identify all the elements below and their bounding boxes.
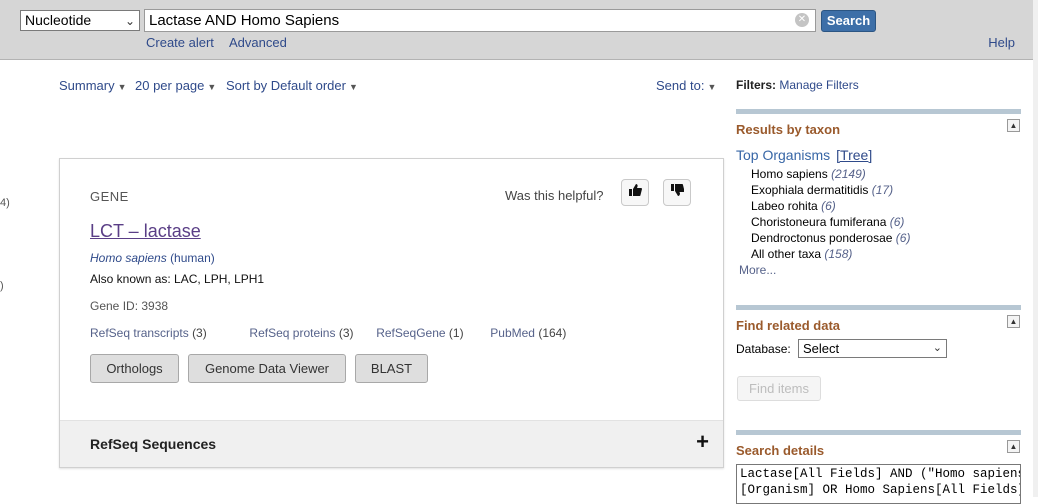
collapse-icon[interactable]: ▲ bbox=[1007, 315, 1020, 328]
refseq-proteins-link[interactable]: RefSeq proteins bbox=[249, 326, 335, 340]
database-select[interactable]: Nucleotide ⌄ bbox=[20, 10, 140, 31]
left-edge-text: ) bbox=[0, 280, 4, 292]
link-count: (3) bbox=[338, 326, 354, 340]
gene-kicker: GENE bbox=[90, 189, 129, 204]
search-button[interactable]: Search bbox=[821, 10, 876, 32]
refseq-section-toggle[interactable]: RefSeq Sequences + bbox=[60, 420, 723, 467]
taxa-list: Homo sapiens (2149) Exophiala dermatitid… bbox=[751, 166, 910, 262]
caret-down-icon: ▼ bbox=[207, 82, 217, 92]
taxon-count: (17) bbox=[871, 183, 894, 197]
taxon-name: Dendroctonus ponderosae bbox=[751, 231, 893, 245]
create-alert-link[interactable]: Create alert bbox=[146, 35, 214, 50]
refseqgene-link[interactable]: RefSeqGene bbox=[376, 326, 445, 340]
scrollbar[interactable] bbox=[1033, 0, 1038, 497]
related-database-select[interactable]: Select ⌄ bbox=[798, 339, 947, 358]
list-item[interactable]: Dendroctonus ponderosae (6) bbox=[751, 230, 910, 246]
also-known-as: Also known as: LAC, LPH, LPH1 bbox=[90, 272, 265, 286]
top-organisms: Top Organisms [Tree] bbox=[736, 147, 872, 163]
gene-id: Gene ID: 3938 bbox=[90, 299, 169, 313]
send-to-dropdown[interactable]: Send to: ▼ bbox=[656, 78, 716, 93]
list-item[interactable]: Choristoneura fumiferana (6) bbox=[751, 214, 910, 230]
panel-divider bbox=[736, 430, 1021, 435]
chevron-down-icon: ⌄ bbox=[124, 14, 135, 28]
top-organisms-label: Top Organisms bbox=[736, 147, 831, 163]
panel-divider bbox=[736, 109, 1021, 114]
clear-icon[interactable]: ✕ bbox=[795, 13, 809, 27]
plus-icon[interactable]: + bbox=[696, 429, 709, 455]
advanced-link[interactable]: Advanced bbox=[229, 35, 287, 50]
list-item[interactable]: Homo sapiens (2149) bbox=[751, 166, 910, 182]
organism-line: Homo sapiens (human) bbox=[90, 251, 215, 265]
thumbs-down-icon[interactable] bbox=[663, 179, 691, 206]
filters-label: Filters: bbox=[736, 78, 777, 92]
related-links: RefSeq transcripts (3) RefSeq proteins (… bbox=[90, 326, 566, 340]
database-label: Database: bbox=[736, 342, 791, 356]
tree-link[interactable]: [Tree] bbox=[836, 147, 872, 163]
taxon-count: (6) bbox=[889, 215, 905, 229]
taxon-count: (6) bbox=[895, 231, 911, 245]
taxon-name: Labeo rohita bbox=[751, 199, 818, 213]
taxon-name: Homo sapiens bbox=[751, 167, 828, 181]
per-page-label: 20 per page bbox=[135, 78, 205, 93]
search-query: Lactase AND Homo Sapiens bbox=[149, 12, 340, 29]
refseq-section-title: RefSeq Sequences bbox=[90, 436, 217, 452]
blast-button[interactable]: BLAST bbox=[355, 354, 428, 383]
taxon-count: (6) bbox=[821, 199, 836, 213]
taxon-count: (2149) bbox=[831, 167, 866, 181]
thumbs-up-icon[interactable] bbox=[621, 179, 649, 206]
species-link[interactable]: Homo sapiens bbox=[90, 251, 167, 265]
refseq-transcripts-link[interactable]: RefSeq transcripts bbox=[90, 326, 189, 340]
left-edge-text: 4) bbox=[0, 197, 10, 209]
summary-label: Summary bbox=[59, 78, 115, 93]
list-item[interactable]: All other taxa (158) bbox=[751, 246, 910, 262]
list-item[interactable]: Exophiala dermatitidis (17) bbox=[751, 182, 910, 198]
taxon-name: Exophiala dermatitidis bbox=[751, 183, 869, 197]
link-count: (3) bbox=[192, 326, 207, 340]
taxon-count: (158) bbox=[824, 247, 853, 261]
orthologs-button[interactable]: Orthologs bbox=[90, 354, 179, 383]
related-data-heading: Find related data bbox=[736, 318, 841, 333]
search-details-textarea[interactable]: Lactase[All Fields] AND ("Homo sapiens" … bbox=[736, 464, 1021, 504]
common-name-link[interactable]: (human) bbox=[170, 251, 215, 265]
link-count: (164) bbox=[538, 326, 567, 340]
panel-divider bbox=[736, 305, 1021, 310]
taxon-heading: Results by taxon bbox=[736, 122, 841, 137]
summary-dropdown[interactable]: Summary ▼ bbox=[59, 78, 127, 93]
sort-dropdown[interactable]: Sort by Default order ▼ bbox=[226, 78, 358, 93]
chevron-down-icon: ⌄ bbox=[932, 342, 942, 354]
collapse-icon[interactable]: ▲ bbox=[1007, 119, 1020, 132]
list-item[interactable]: Labeo rohita (6) bbox=[751, 198, 910, 214]
helpful-prompt: Was this helpful? bbox=[505, 188, 604, 203]
send-to-label: Send to: bbox=[656, 78, 705, 93]
gene-card: GENE Was this helpful? LCT – lactase Hom… bbox=[59, 158, 724, 468]
help-link[interactable]: Help bbox=[988, 35, 1015, 50]
search-bar: Nucleotide ⌄ Lactase AND Homo Sapiens ✕ … bbox=[0, 0, 1033, 60]
related-database-value: Select bbox=[803, 341, 840, 356]
search-details-heading: Search details bbox=[736, 443, 825, 458]
taxon-name: All other taxa bbox=[751, 247, 822, 261]
taxon-name: Choristoneura fumiferana bbox=[751, 215, 887, 229]
find-items-button[interactable]: Find items bbox=[737, 376, 821, 401]
database-select-value: Nucleotide bbox=[25, 12, 92, 28]
link-count: (1) bbox=[448, 326, 464, 340]
caret-down-icon: ▼ bbox=[117, 82, 127, 92]
more-taxa-link[interactable]: More... bbox=[739, 263, 776, 277]
caret-down-icon: ▼ bbox=[348, 82, 358, 92]
collapse-icon[interactable]: ▲ bbox=[1007, 440, 1020, 453]
manage-filters-link[interactable]: Manage Filters bbox=[779, 78, 858, 92]
sort-label: Sort by Default order bbox=[226, 78, 346, 93]
per-page-dropdown[interactable]: 20 per page ▼ bbox=[135, 78, 216, 93]
gene-title-link[interactable]: LCT – lactase bbox=[90, 221, 201, 242]
caret-down-icon: ▼ bbox=[707, 82, 717, 92]
pubmed-link[interactable]: PubMed bbox=[490, 326, 535, 340]
search-input[interactable]: Lactase AND Homo Sapiens ✕ bbox=[144, 9, 816, 32]
filters-row: Filters: Manage Filters bbox=[736, 78, 859, 92]
genome-data-viewer-button[interactable]: Genome Data Viewer bbox=[188, 354, 346, 383]
